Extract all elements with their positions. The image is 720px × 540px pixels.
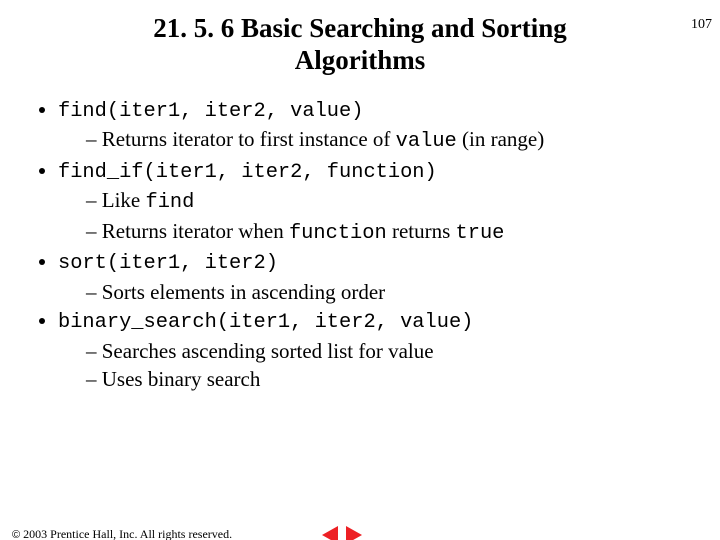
code-text: find(iter1, iter2, value) (58, 100, 363, 123)
text: Returns iterator when (102, 219, 289, 243)
next-arrow-icon[interactable] (346, 526, 362, 540)
bullet-item: sort(iter1, iter2) Sorts elements in asc… (58, 247, 700, 306)
bullet-item: find_if(iter1, iter2, function) Like fin… (58, 156, 700, 248)
code-text: binary_search(iter1, iter2, value) (58, 311, 473, 334)
code-text: find_if(iter1, iter2, function) (58, 161, 437, 184)
content-bullets: find(iter1, iter2, value) Returns iterat… (30, 95, 700, 394)
bullet-item: find(iter1, iter2, value) Returns iterat… (58, 95, 700, 156)
text: Sorts elements in ascending order (102, 280, 385, 304)
text: Returns iterator to first instance of (102, 127, 396, 151)
sub-bullet: Like find (86, 186, 700, 217)
sub-bullet: Returns iterator when function returns t… (86, 217, 700, 248)
text: Searches ascending sorted list for value (102, 339, 434, 363)
page-number: 107 (691, 17, 712, 33)
sub-bullet: Searches ascending sorted list for value (86, 337, 700, 365)
code-text: find (145, 191, 194, 214)
text: (in range) (457, 127, 544, 151)
code-text: function (289, 222, 387, 245)
footer-text: 2003 Prentice Hall, Inc. All rights rese… (23, 527, 232, 540)
slide-title: 21. 5. 6 Basic Searching and Sorting Alg… (90, 12, 630, 77)
prev-arrow-icon[interactable] (322, 526, 338, 540)
code-text: value (396, 130, 457, 153)
code-text: sort(iter1, iter2) (58, 252, 278, 275)
text: Like (102, 188, 146, 212)
sub-bullet: Uses binary search (86, 365, 700, 393)
code-text: true (456, 222, 505, 245)
text: returns (387, 219, 456, 243)
bullet-item: binary_search(iter1, iter2, value) Searc… (58, 306, 700, 393)
text: Uses binary search (102, 367, 261, 391)
footer-copyright: © 2003 Prentice Hall, Inc. All rights re… (12, 527, 232, 540)
sub-bullet: Returns iterator to first instance of va… (86, 125, 700, 156)
nav-arrows (320, 526, 364, 540)
sub-bullet: Sorts elements in ascending order (86, 278, 700, 306)
